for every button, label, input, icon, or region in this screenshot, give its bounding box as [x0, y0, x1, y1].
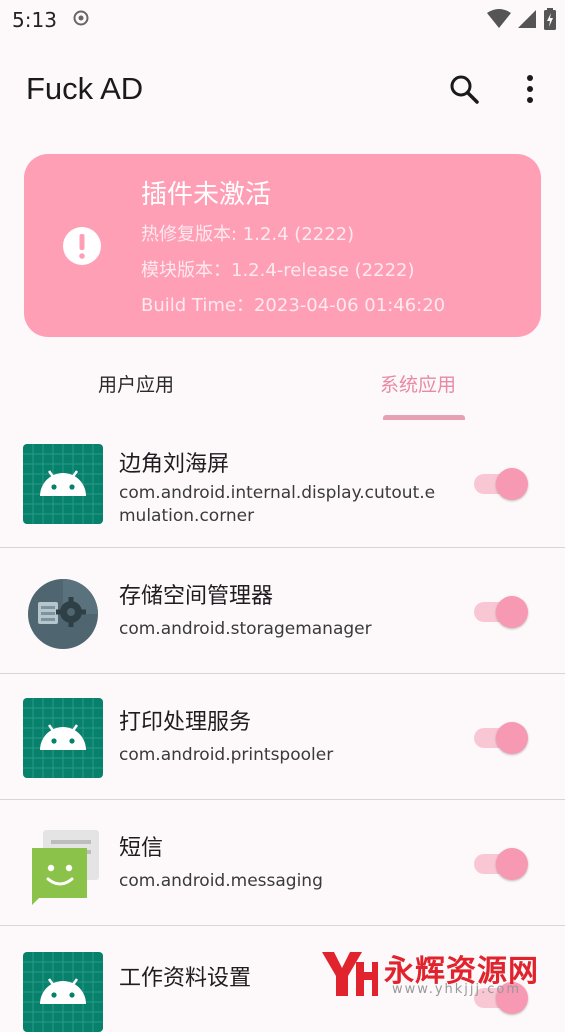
activation-status-title: 插件未激活	[141, 180, 272, 210]
watermark: 永辉资源网 www.yhkjjj.com	[318, 944, 548, 1002]
status-time: 5:13	[12, 8, 57, 32]
app-enable-toggle[interactable]	[474, 718, 530, 758]
alert-circle-icon	[63, 227, 101, 265]
app-enable-toggle[interactable]	[474, 844, 530, 884]
watermark-logo-icon	[322, 952, 378, 996]
list-item[interactable]: 打印处理服务 com.android.printspooler	[0, 674, 565, 800]
messaging-smile-icon	[32, 830, 99, 905]
battery-icon	[544, 8, 556, 30]
signal-icon	[518, 10, 536, 28]
more-vert-icon[interactable]	[514, 71, 546, 107]
app-name: 短信	[119, 836, 164, 861]
app-package: com.android.messaging	[119, 871, 323, 891]
status-bar: 5:13	[0, 0, 565, 40]
list-item[interactable]: 短信 com.android.messaging	[0, 800, 565, 926]
watermark-url: www.yhkjjj.com	[392, 982, 522, 997]
module-version-text: 模块版本：1.2.4-release (2222)	[141, 260, 415, 281]
app-enable-toggle[interactable]	[474, 464, 530, 504]
app-type-tabs: 用户应用 系统应用	[0, 358, 565, 422]
storage-gear-icon	[28, 579, 98, 649]
list-item[interactable]: 边角刘海屏 com.android.internal.display.cutou…	[0, 422, 565, 548]
app-notification-icon	[73, 10, 89, 26]
app-package: com.android.storagemanager	[119, 619, 372, 639]
module-status-card[interactable]: 插件未激活 热修复版本: 1.2.4 (2222) 模块版本：1.2.4-rel…	[24, 154, 541, 337]
app-name: 边角刘海屏	[119, 452, 230, 477]
app-bar: Fuck AD	[0, 55, 565, 125]
tab-user-apps[interactable]: 用户应用	[98, 370, 174, 397]
search-icon[interactable]	[446, 71, 482, 107]
status-icons	[487, 8, 557, 30]
build-time-text: Build Time：2023-04-06 01:46:20	[141, 295, 446, 316]
app-enable-toggle[interactable]	[474, 592, 530, 632]
hotfix-version-text: 热修复版本: 1.2.4 (2222)	[141, 224, 355, 245]
app-name: 工作资料设置	[119, 966, 252, 991]
app-package: com.android.printspooler	[119, 745, 334, 765]
android-robot-icon	[23, 698, 103, 778]
page-title: Fuck AD	[26, 71, 144, 106]
android-robot-icon	[23, 952, 103, 1032]
tab-indicator	[383, 415, 465, 420]
android-robot-icon	[23, 444, 103, 524]
app-name: 存储空间管理器	[119, 584, 274, 609]
app-name: 打印处理服务	[119, 710, 252, 735]
app-package: com.android.internal.display.cutout.emul…	[119, 483, 436, 526]
wifi-icon	[487, 9, 511, 28]
tab-system-apps[interactable]: 系统应用	[380, 370, 456, 397]
list-item[interactable]: 存储空间管理器 com.android.storagemanager	[0, 548, 565, 674]
